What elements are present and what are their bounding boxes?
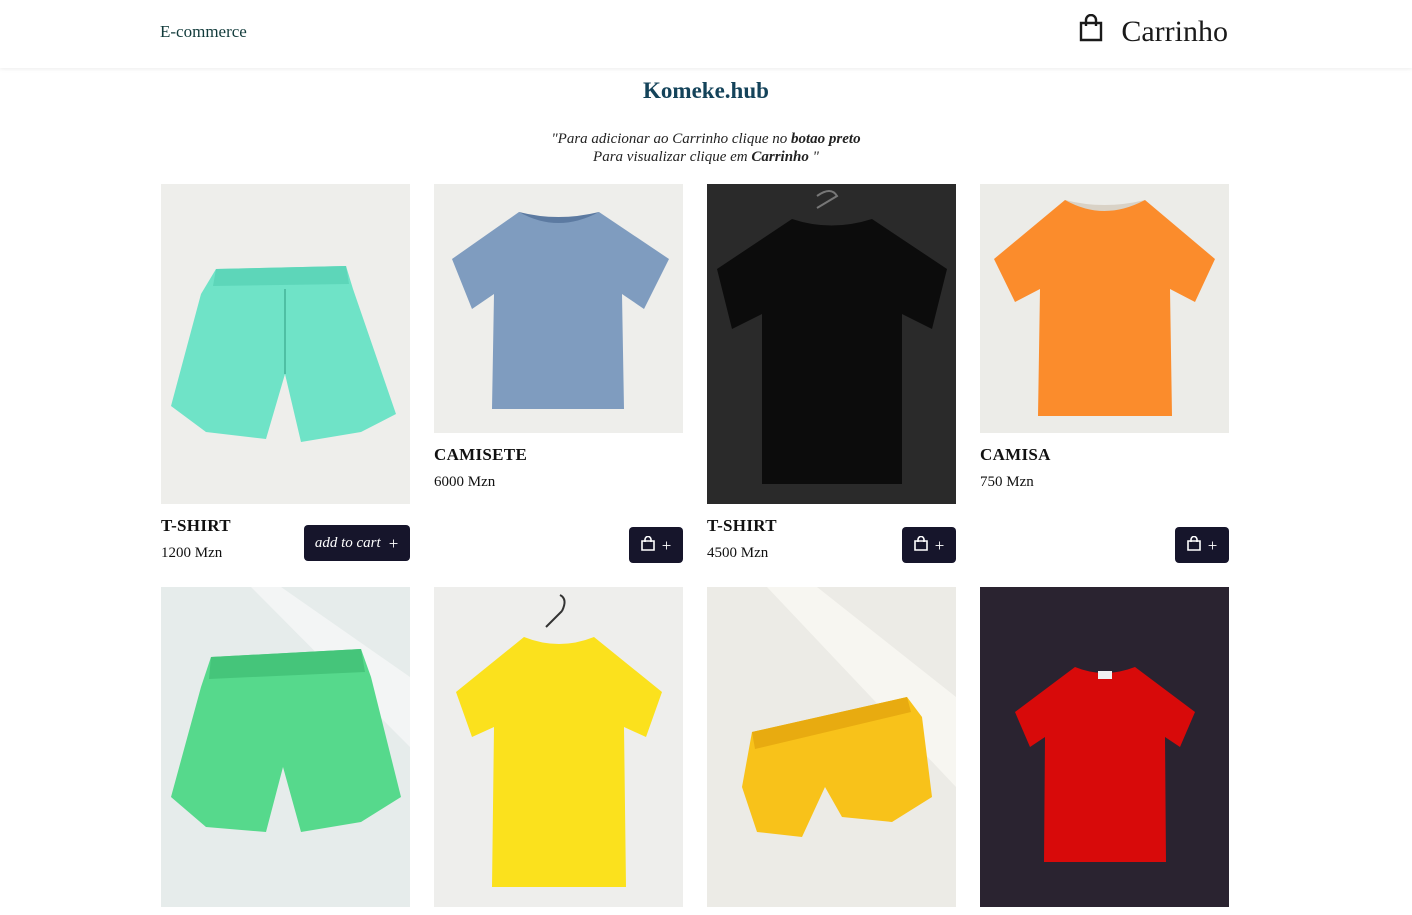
shopping-bag-icon [1186, 535, 1201, 555]
product-name: T-SHIRT [161, 516, 231, 535]
add-to-cart-label: add to cart [314, 534, 381, 551]
product-card [707, 587, 956, 907]
brand-link[interactable]: E-commerce [160, 22, 247, 42]
product-card: T-SHIRT 4500 Mzn + [707, 184, 956, 564]
product-name: CAMISETE [434, 445, 528, 464]
product-image-blue-tshirt[interactable] [434, 184, 683, 433]
shopping-bag-icon [640, 535, 655, 555]
cart-link[interactable]: Carrinho [1078, 13, 1228, 50]
product-card: T-SHIRT 1200 Mzn add to cart + [161, 184, 410, 564]
product-price: 4500 Mzn [707, 545, 769, 561]
product-image-red-tshirt[interactable] [980, 587, 1229, 907]
plus-icon: + [387, 533, 400, 553]
product-name: T-SHIRT [707, 516, 777, 535]
product-image-mint-shorts[interactable] [161, 184, 410, 504]
add-to-cart-button[interactable]: + [629, 527, 683, 563]
page-title: Komeke.hub [643, 78, 769, 103]
plus-icon: + [1207, 535, 1218, 555]
instructions-text: "Para adicionar ao Carrinho clique no bo… [0, 130, 1412, 166]
product-card [980, 587, 1229, 907]
instructions-line1: "Para adicionar ao Carrinho clique no [551, 131, 792, 147]
add-to-cart-button[interactable]: + [1175, 527, 1229, 563]
plus-icon: + [661, 535, 672, 555]
product-image-black-tshirt[interactable] [707, 184, 956, 504]
plus-icon: + [934, 535, 945, 555]
product-card: CAMISETE 6000 Mzn + [434, 184, 683, 564]
instructions-bold-button: botao preto [791, 131, 861, 147]
instructions-line2: Para visualizar clique em [593, 149, 752, 165]
shopping-bag-icon [913, 535, 928, 555]
product-price: 1200 Mzn [161, 545, 223, 561]
product-card [434, 587, 683, 907]
product-image-yellow-shorts[interactable] [707, 587, 956, 907]
product-image-green-shorts[interactable] [161, 587, 410, 907]
cart-label: Carrinho [1121, 15, 1228, 48]
add-to-cart-button[interactable]: + [902, 527, 956, 563]
shopping-bag-icon [1078, 13, 1104, 50]
product-image-orange-tshirt[interactable] [980, 184, 1229, 433]
product-price: 750 Mzn [980, 474, 1034, 490]
product-name: CAMISA [980, 445, 1051, 464]
product-card: CAMISA 750 Mzn + [980, 184, 1229, 564]
instructions-bold-cart: Carrinho [751, 149, 809, 165]
product-card [161, 587, 410, 907]
top-navbar: E-commerce Carrinho [0, 0, 1412, 68]
product-image-yellow-tshirt[interactable] [434, 587, 683, 907]
instructions-close-quote: " [808, 149, 819, 165]
product-price: 6000 Mzn [434, 474, 496, 490]
add-to-cart-button[interactable]: add to cart + [304, 525, 410, 561]
